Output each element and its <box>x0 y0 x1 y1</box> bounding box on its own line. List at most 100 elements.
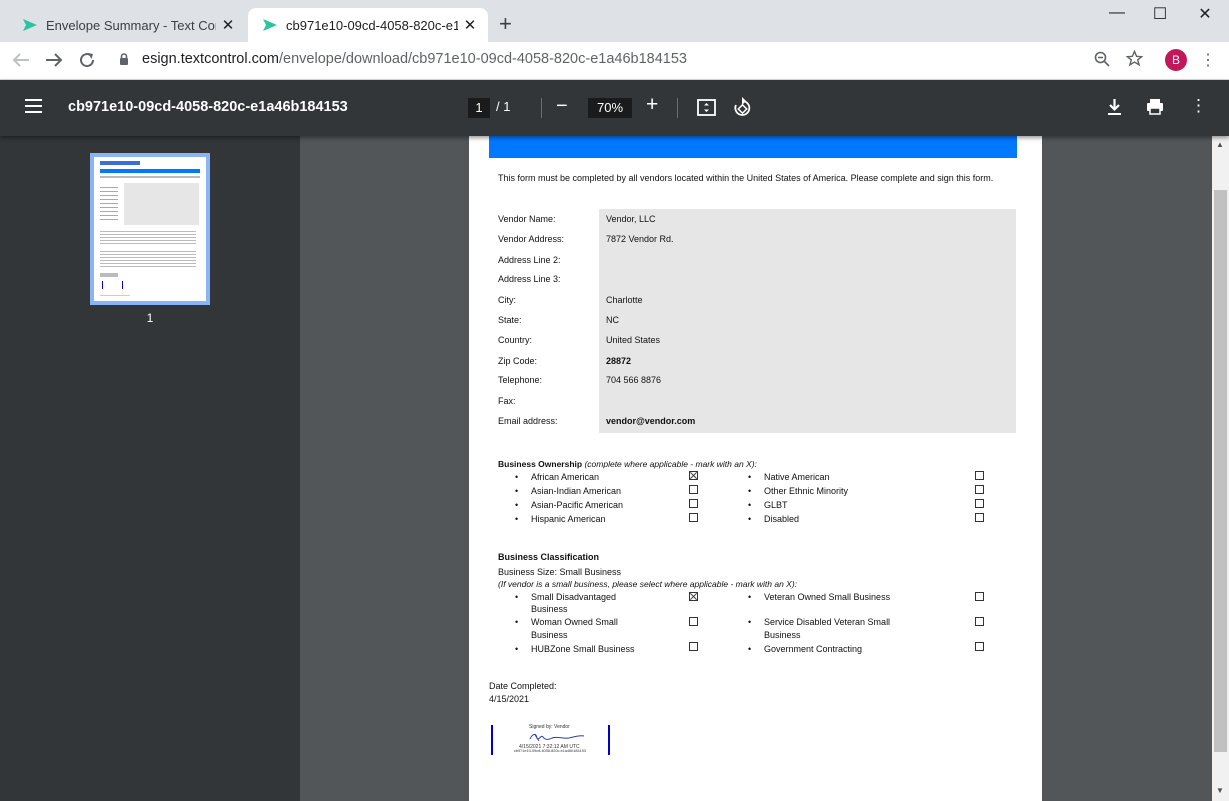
checkbox <box>689 485 698 494</box>
header-banner <box>489 136 1017 158</box>
thumbnail-page-preview <box>94 157 206 301</box>
signature-bracket-right <box>608 725 610 755</box>
reload-icon[interactable] <box>78 51 96 69</box>
field-label: Vendor Name: <box>498 214 556 224</box>
bullet: • <box>515 617 519 627</box>
scroll-down-arrow-icon[interactable]: ▼ <box>1216 786 1224 795</box>
browser-tab-document[interactable]: cb971e10-09cd-4058-820c-e1a46b184153 ✕ <box>248 8 488 42</box>
handwritten-signature <box>529 733 585 742</box>
checkbox <box>689 499 698 508</box>
section-note: (complete where applicable - mark with a… <box>584 459 757 469</box>
toolbar-divider <box>541 98 542 118</box>
page-thumbnail[interactable] <box>90 153 210 305</box>
field-label: City: <box>498 295 516 305</box>
field-value: 28872 <box>606 356 632 366</box>
business-size: Business Size: Small Business <box>498 567 622 577</box>
section-heading: Business Classification <box>498 552 600 562</box>
bullet: • <box>748 486 752 496</box>
page-total: / 1 <box>496 99 511 114</box>
option-label: Hispanic American <box>531 514 606 524</box>
thumbnail-page-number: 1 <box>146 311 154 325</box>
back-arrow-icon[interactable] <box>12 52 30 68</box>
option-label: Native American <box>764 472 830 482</box>
ownership-heading-line: Business Ownership (complete where appli… <box>498 459 757 469</box>
field-label: Email address: <box>498 416 558 426</box>
checkbox <box>689 617 698 626</box>
pdf-page: This form must be completed by all vendo… <box>469 136 1042 801</box>
checkbox <box>975 592 984 601</box>
option-label-cont: Business <box>764 630 801 640</box>
option-label: Small Disadvantaged <box>531 592 617 602</box>
checkbox <box>975 642 984 651</box>
tab-title: Envelope Summary - Text Control <box>46 17 216 33</box>
tab-strip: Envelope Summary - Text Control ✕ cb971e… <box>0 0 1229 42</box>
browser-menu-icon[interactable]: ⋮ <box>1200 50 1216 70</box>
checkbox <box>975 471 984 480</box>
zoom-magnifier-icon[interactable] <box>1094 51 1110 67</box>
bullet: • <box>515 500 519 510</box>
zoom-in-button[interactable]: + <box>646 93 658 117</box>
option-label: Asian-Pacific American <box>531 500 624 510</box>
forward-arrow-icon[interactable] <box>45 52 63 68</box>
address-bar[interactable]: esign.textcontrol.com/envelope/download/… <box>142 51 687 67</box>
option-label: Disabled <box>764 514 800 524</box>
minimize-icon[interactable]: — <box>1094 4 1140 22</box>
document-title: cb971e10-09cd-4058-820c-e1a46b184153 <box>68 99 348 115</box>
bullet: • <box>748 500 752 510</box>
maximize-icon[interactable]: ☐ <box>1137 4 1183 24</box>
checkbox <box>975 499 984 508</box>
checkbox <box>975 485 984 494</box>
teal-arrow-icon <box>263 19 277 31</box>
bullet: • <box>748 644 752 654</box>
hamburger-menu-icon[interactable] <box>25 99 42 117</box>
option-label: Asian-Indian American <box>531 486 622 496</box>
rotate-icon[interactable] <box>733 97 752 117</box>
field-label: Telephone: <box>498 375 543 385</box>
browser-tab-envelope-summary[interactable]: Envelope Summary - Text Control ✕ <box>8 8 246 42</box>
option-label: Service Disabled Veteran Small <box>764 617 891 627</box>
tab-title: cb971e10-09cd-4058-820c-e1a46b184153 <box>286 17 458 33</box>
checkbox <box>975 513 984 522</box>
pdf-toolbar: cb971e10-09cd-4058-820c-e1a46b184153 1 /… <box>0 80 1229 136</box>
field-value: 704 566 8876 <box>606 375 662 385</box>
scrollbar-thumb[interactable] <box>1214 190 1227 752</box>
option-label-cont: Business <box>531 604 568 614</box>
field-label: Zip Code: <box>498 356 538 366</box>
print-icon[interactable] <box>1146 98 1164 115</box>
option-label: HUBZone Small Business <box>531 644 635 654</box>
bookmark-star-icon[interactable] <box>1126 50 1143 67</box>
bullet: • <box>515 472 519 482</box>
toolbar-divider <box>677 98 678 118</box>
page-number-input[interactable]: 1 <box>468 98 490 118</box>
more-options-icon[interactable]: ⋮ <box>1190 96 1207 116</box>
section-note: (If vendor is a small business, please s… <box>498 579 798 589</box>
checkbox <box>689 642 698 651</box>
bullet: • <box>515 644 519 654</box>
checkbox-checked <box>689 592 698 601</box>
bullet: • <box>748 617 752 627</box>
zoom-out-button[interactable]: − <box>556 95 568 118</box>
bullet: • <box>515 592 519 602</box>
teal-arrow-icon <box>23 19 37 31</box>
profile-avatar[interactable]: B <box>1165 49 1187 71</box>
close-tab-icon[interactable]: ✕ <box>220 16 236 34</box>
signature-hash: cb971e10-09cd-4058-820c-e1a46b184153 <box>514 749 586 753</box>
new-tab-button[interactable]: + <box>499 12 512 36</box>
option-label: Veteran Owned Small Business <box>764 592 891 602</box>
close-window-icon[interactable]: ✕ <box>1182 4 1228 24</box>
checkbox-checked <box>689 471 698 480</box>
zoom-level-input[interactable]: 70% <box>588 98 632 118</box>
fit-to-page-icon[interactable] <box>697 99 716 116</box>
download-icon[interactable] <box>1107 98 1122 116</box>
option-label: Government Contracting <box>764 644 863 654</box>
date-value: 4/15/2021 <box>489 694 530 704</box>
scroll-up-arrow-icon[interactable]: ▲ <box>1216 140 1224 149</box>
bullet: • <box>748 592 752 602</box>
field-label: State: <box>498 315 522 325</box>
close-tab-icon[interactable]: ✕ <box>462 16 478 34</box>
url-path: /envelope/download/cb971e10-09cd-4058-82… <box>279 51 687 67</box>
lock-icon[interactable] <box>119 53 129 66</box>
url-domain: esign.textcontrol.com <box>142 51 280 67</box>
bullet: • <box>748 472 752 482</box>
field-label: Address Line 2: <box>498 255 561 265</box>
